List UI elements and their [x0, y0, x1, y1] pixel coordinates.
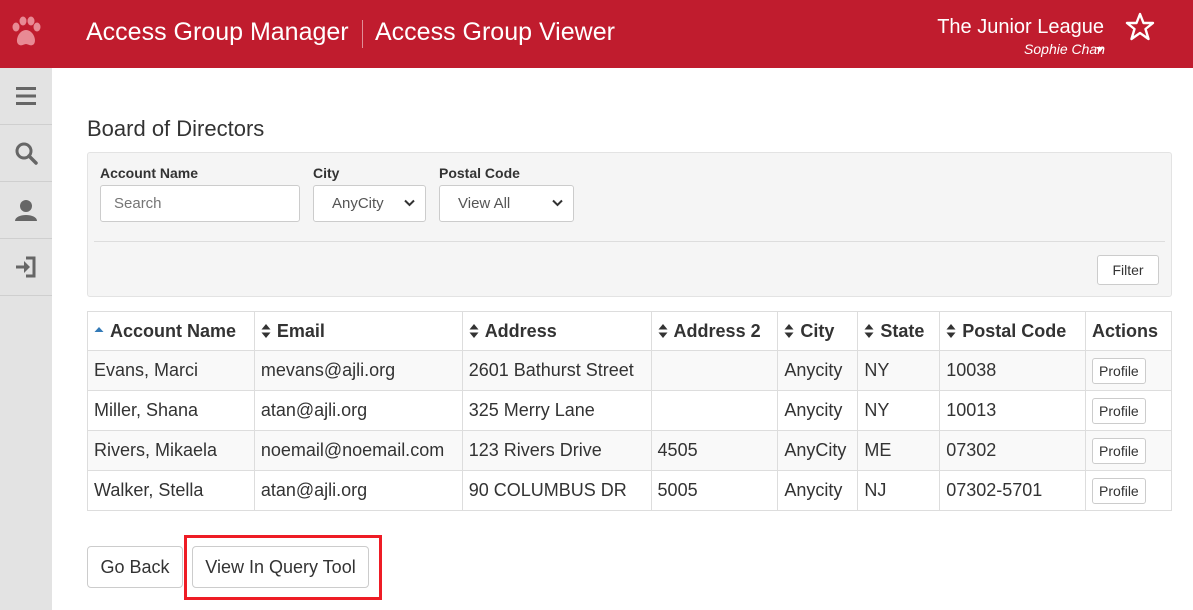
cell-account-name: Rivers, Mikaela	[87, 430, 255, 471]
user-icon	[15, 200, 37, 221]
cell-address: 2601 Bathurst Street	[461, 350, 652, 391]
profile-button[interactable]: Profile	[1092, 437, 1146, 464]
sidebar-menu-button[interactable]	[0, 68, 52, 125]
title-separator	[362, 20, 363, 48]
column-header-account-name[interactable]: Account Name	[87, 311, 255, 351]
go-back-button[interactable]: Go Back	[87, 546, 183, 588]
star-icon[interactable]	[1125, 12, 1155, 42]
cell-city: Anycity	[777, 470, 859, 511]
cell-address-2	[650, 350, 779, 391]
cell-account-name: Walker, Stella	[87, 470, 255, 511]
city-label: City	[313, 165, 340, 181]
cell-address-2: 5005	[650, 470, 779, 511]
logout-icon	[16, 256, 36, 278]
cell-address: 123 Rivers Drive	[461, 430, 652, 471]
cell-state: NY	[857, 390, 941, 431]
postal-code-select[interactable]: View All	[439, 185, 574, 222]
menu-icon	[16, 87, 36, 105]
column-header-address-2[interactable]: Address 2	[650, 311, 779, 351]
page-title: Board of Directors	[87, 116, 265, 141]
account-name-label: Account Name	[100, 165, 199, 181]
members-table: Account Name Email Address Address 2 Cit…	[87, 311, 1172, 511]
caret-down-icon[interactable]	[1096, 47, 1104, 52]
sidebar-search-button[interactable]	[0, 125, 52, 182]
cell-state: NY	[857, 350, 941, 391]
table-row: Rivers, Mikaela noemail@noemail.com 123 …	[87, 430, 1172, 471]
cell-actions: Profile	[1085, 390, 1172, 431]
user-menu[interactable]: Sophie Chan	[1024, 41, 1105, 57]
sort-icon	[469, 323, 479, 338]
sidebar-logout-button[interactable]	[0, 239, 52, 296]
sidebar-user-button[interactable]	[0, 182, 52, 239]
column-header-postal-code[interactable]: Postal Code	[939, 311, 1087, 351]
account-name-search-input[interactable]	[100, 185, 300, 222]
cell-actions: Profile	[1085, 430, 1172, 471]
cell-email: mevans@ajli.org	[253, 350, 463, 391]
sort-icon	[784, 323, 794, 338]
cell-address: 90 COLUMBUS DR	[461, 470, 652, 511]
org-name: The Junior League	[937, 16, 1104, 38]
cell-postal-code: 07302-5701	[939, 470, 1087, 511]
cell-city: Anycity	[777, 390, 859, 431]
cell-state: NJ	[857, 470, 941, 511]
panel-divider	[94, 241, 1165, 242]
sort-icon	[946, 323, 956, 338]
cell-address: 325 Merry Lane	[461, 390, 652, 431]
top-bar: Access Group Manager Access Group Viewer…	[0, 0, 1193, 68]
cell-email: atan@ajli.org	[253, 390, 463, 431]
sidebar	[0, 68, 52, 610]
search-icon	[15, 142, 38, 165]
cell-account-name: Miller, Shana	[87, 390, 255, 431]
table-row: Evans, Marci mevans@ajli.org 2601 Bathur…	[87, 350, 1172, 391]
cell-actions: Profile	[1085, 350, 1172, 391]
cell-account-name: Evans, Marci	[87, 350, 255, 391]
city-select-value: AnyCity	[332, 195, 384, 212]
chevron-down-icon	[404, 199, 415, 207]
postal-code-label: Postal Code	[439, 165, 520, 181]
cell-address-2	[650, 390, 779, 431]
cell-address-2: 4505	[650, 430, 779, 471]
cell-email: atan@ajli.org	[253, 470, 463, 511]
filter-panel: Account Name City AnyCity Postal Code Vi…	[87, 152, 1172, 297]
column-header-state[interactable]: State	[857, 311, 941, 351]
city-select[interactable]: AnyCity	[313, 185, 426, 222]
cell-postal-code: 10013	[939, 390, 1087, 431]
column-header-city[interactable]: City	[777, 311, 859, 351]
column-header-address[interactable]: Address	[461, 311, 652, 351]
cell-city: Anycity	[777, 350, 859, 391]
filter-button[interactable]: Filter	[1097, 255, 1159, 285]
sort-ascending-icon	[94, 326, 104, 332]
profile-button[interactable]: Profile	[1092, 477, 1146, 504]
table-row: Walker, Stella atan@ajli.org 90 COLUMBUS…	[87, 470, 1172, 511]
postal-code-select-value: View All	[458, 195, 511, 212]
profile-button[interactable]: Profile	[1092, 357, 1146, 384]
app-title[interactable]: Access Group Manager	[86, 18, 349, 47]
highlight-box	[184, 535, 382, 600]
app-subtitle[interactable]: Access Group Viewer	[375, 18, 615, 47]
chevron-down-icon	[552, 199, 563, 207]
column-header-actions: Actions	[1085, 311, 1172, 351]
paw-logo-icon[interactable]	[10, 14, 42, 54]
profile-button[interactable]: Profile	[1092, 397, 1146, 424]
table-header-row: Account Name Email Address Address 2 Cit…	[87, 311, 1172, 351]
cell-postal-code: 10038	[939, 350, 1087, 391]
sort-icon	[261, 323, 271, 338]
sort-icon	[864, 323, 874, 338]
cell-city: AnyCity	[777, 430, 859, 471]
column-header-email[interactable]: Email	[253, 311, 463, 351]
cell-actions: Profile	[1085, 470, 1172, 511]
cell-email: noemail@noemail.com	[253, 430, 463, 471]
cell-state: ME	[857, 430, 941, 471]
table-row: Miller, Shana atan@ajli.org 325 Merry La…	[87, 390, 1172, 431]
main-content: Board of Directors Account Name City Any…	[52, 68, 1193, 610]
sort-icon	[658, 323, 668, 338]
cell-postal-code: 07302	[939, 430, 1087, 471]
